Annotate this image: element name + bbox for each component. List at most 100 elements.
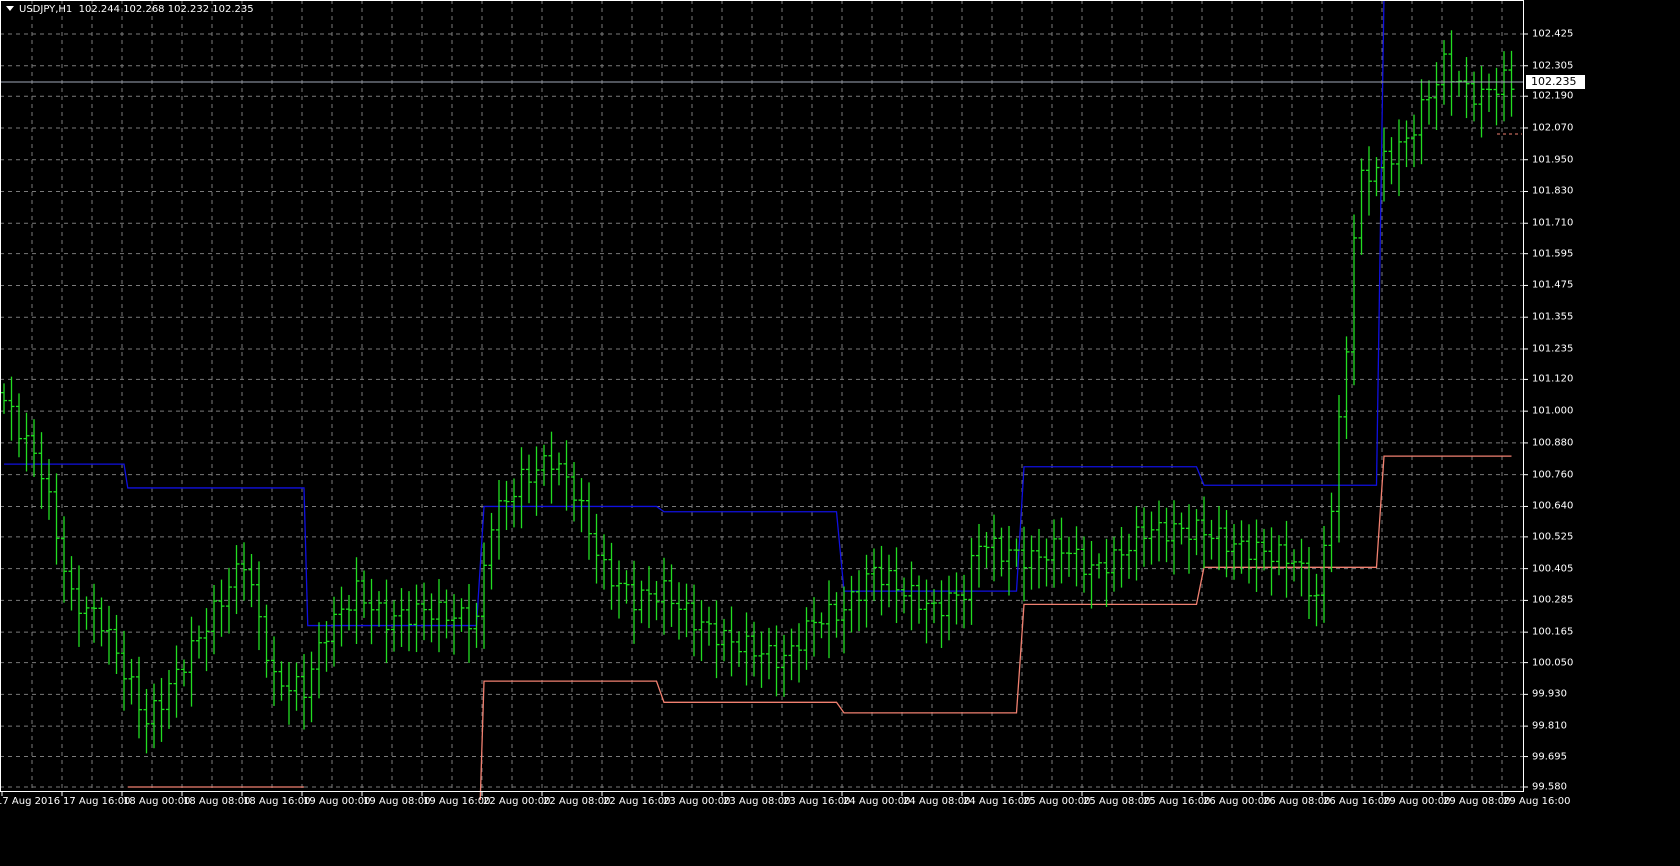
- ohlc-bar: [803, 607, 810, 670]
- ohlc-bar: [1058, 517, 1065, 584]
- ohlc-bar: [1306, 547, 1312, 619]
- ohlc-bar: [436, 579, 442, 653]
- ohlc-bar: [286, 662, 292, 725]
- ohlc-bar: [683, 583, 690, 638]
- x-tick-label: 26 Aug 00:00: [1203, 796, 1271, 807]
- x-tick-label: 22 Aug 08:00: [543, 796, 611, 807]
- ohlc-bar: [1103, 538, 1110, 607]
- ohlc-bar: [16, 393, 22, 458]
- x-tick-label: 17 Aug 16:00: [63, 796, 131, 807]
- ohlc-bar: [263, 604, 270, 678]
- ohlc-bar: [23, 412, 30, 472]
- y-tick-label: 102.070: [1532, 122, 1574, 134]
- upper-channel-line: [4, 0, 1385, 627]
- ohlc-bar: [1118, 527, 1125, 588]
- ohlc-bar: [1373, 157, 1380, 197]
- ohlc-bar: [218, 579, 225, 637]
- ohlc-bar: [398, 588, 405, 647]
- ohlc-bar: [578, 478, 585, 533]
- ohlc-bar: [458, 598, 465, 632]
- ohlc-bar: [743, 612, 750, 686]
- y-tick-label: 101.355: [1532, 311, 1574, 323]
- x-tick-label: 18 Aug 00:00: [123, 796, 191, 807]
- x-tick-label: 17 Aug 2016: [0, 796, 61, 807]
- ohlc-bar: [1388, 137, 1395, 185]
- y-tick-label: 100.405: [1532, 563, 1574, 575]
- y-tick-label: 101.475: [1532, 279, 1574, 291]
- ohlc-bar: [173, 645, 180, 718]
- ohlc-bar: [113, 614, 120, 675]
- ohlc-bar: [1156, 500, 1162, 562]
- symbol-label: USDJPY,H1: [19, 4, 73, 15]
- ohlc-bar: [818, 612, 825, 639]
- ohlc-bar: [1508, 50, 1515, 117]
- ohlc-bar: [563, 440, 570, 511]
- y-tick-label: 101.595: [1532, 248, 1574, 260]
- ohlc-bar: [83, 596, 90, 630]
- ohlc-bar: [466, 584, 472, 663]
- ohlc-bar: [316, 622, 322, 699]
- lower-channel-line: [479, 455, 1512, 801]
- current-price-label: 102.235: [1526, 75, 1585, 89]
- ohlc-bar: [1366, 146, 1372, 216]
- ohlc-bar: [1456, 70, 1462, 97]
- ohlc-bar: [1036, 528, 1042, 589]
- y-tick-label: 101.830: [1532, 185, 1574, 197]
- y-tick-label: 99.930: [1532, 688, 1567, 700]
- grid: [0, 0, 1528, 796]
- y-tick-label: 100.640: [1532, 500, 1574, 512]
- y-tick-label: 100.525: [1532, 531, 1574, 543]
- ohlc-bar: [1, 383, 7, 414]
- ohlc-bar: [338, 586, 345, 647]
- ohlc-bar: [788, 628, 795, 681]
- x-tick-label: 18 Aug 16:00: [243, 796, 311, 807]
- price-chart[interactable]: [0, 0, 1680, 866]
- ohlc-bar: [668, 564, 675, 627]
- ohlc-bar: [826, 580, 832, 659]
- ohlc-bar: [1238, 520, 1245, 574]
- x-tick-label: 26 Aug 08:00: [1263, 796, 1331, 807]
- x-tick-label: 29 Aug 16:00: [1503, 796, 1571, 807]
- y-tick-label: 102.425: [1532, 28, 1574, 40]
- ohlc-bar: [1396, 119, 1402, 197]
- ohlc-bar: [1246, 524, 1252, 584]
- ohlc-bar: [646, 566, 652, 629]
- ohlc-bar: [1426, 80, 1432, 125]
- x-tick-label: 18 Aug 08:00: [183, 796, 251, 807]
- ohlc-bar: [916, 575, 922, 624]
- ohlc-bar: [713, 600, 720, 679]
- ohlc-bar: [256, 561, 262, 651]
- ohlc-bar: [8, 376, 15, 441]
- ohlc-bar: [908, 561, 915, 631]
- x-tick-label: 23 Aug 00:00: [663, 796, 731, 807]
- ohlc-bar: [293, 662, 300, 711]
- y-tick-label: 100.285: [1532, 594, 1574, 606]
- dropdown-triangle-icon[interactable]: [6, 6, 14, 11]
- ohlc-bar: [893, 547, 900, 624]
- ohlc-bar: [518, 447, 525, 529]
- ohlc-bars: [1, 30, 1515, 754]
- y-tick-label: 101.235: [1532, 343, 1574, 355]
- ohlc-bar: [488, 512, 495, 590]
- ohlc-bar: [638, 580, 645, 624]
- x-tick-label: 22 Aug 00:00: [483, 796, 551, 807]
- ohlc-bar: [848, 575, 855, 633]
- ohlc-bar: [166, 669, 172, 729]
- ohlc-bar: [676, 582, 682, 640]
- ohlc-bar: [728, 606, 735, 677]
- y-tick-label: 99.580: [1532, 781, 1567, 793]
- ohlc-bar: [106, 605, 112, 665]
- y-tick-label: 99.810: [1532, 720, 1567, 732]
- ohlc-bar: [233, 545, 240, 615]
- ohlc-bar: [766, 627, 772, 680]
- ohlc-bar: [376, 591, 382, 627]
- ohlc-bar: [1276, 535, 1282, 576]
- ohlc-bar: [1163, 507, 1170, 563]
- ohlc-bar: [833, 592, 840, 638]
- ohlc-bar: [1328, 492, 1335, 573]
- ohlc-bar: [1096, 553, 1102, 579]
- ohlc-bar: [503, 480, 510, 530]
- ohlc-bar: [1186, 504, 1192, 574]
- y-tick-label: 100.165: [1532, 626, 1574, 638]
- ohlc-bar: [68, 556, 75, 611]
